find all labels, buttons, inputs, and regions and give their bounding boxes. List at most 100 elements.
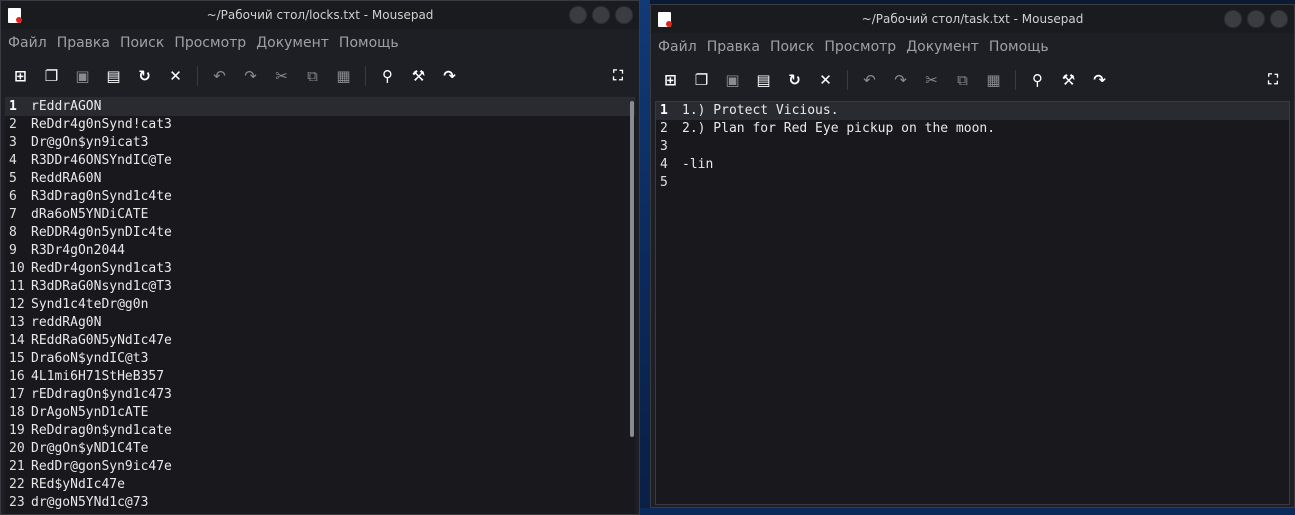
- menu-document[interactable]: Документ: [901, 39, 984, 55]
- undo-icon[interactable]: ↶: [208, 64, 231, 88]
- vertical-scrollbar[interactable]: [630, 101, 634, 437]
- save-icon[interactable]: ▣: [721, 68, 744, 92]
- new-window-icon[interactable]: ❐: [40, 64, 63, 88]
- text-line[interactable]: 5 ReddRA60N: [5, 170, 635, 188]
- minimize-button[interactable]: [1224, 10, 1242, 28]
- line-text[interactable]: [678, 174, 682, 192]
- paste-icon[interactable]: ▦: [982, 68, 1005, 92]
- find-icon[interactable]: ⚲: [1026, 68, 1049, 92]
- new-window-icon[interactable]: ❐: [690, 68, 713, 92]
- line-text[interactable]: Dr@gOn$yn9icat3: [27, 134, 148, 152]
- text-line[interactable]: 16 4L1mi6H71StHeB357: [5, 368, 635, 386]
- find-replace-icon[interactable]: ⚒: [407, 64, 430, 88]
- line-text[interactable]: DrAgoN5ynD1cATE: [27, 404, 148, 422]
- current-line[interactable]: 1 1.) Protect Vicious.: [656, 102, 1289, 120]
- line-text[interactable]: RedDr@gonSyn9ic47e: [27, 458, 172, 476]
- line-text[interactable]: Synd1c4teDr@g0n: [27, 296, 148, 314]
- current-line[interactable]: 1 rEddrAGON: [5, 98, 635, 116]
- line-text[interactable]: R3Dr4gOn2044: [27, 242, 125, 260]
- text-line[interactable]: 4 R3DDr46ONSYndIC@Te: [5, 152, 635, 170]
- text-line[interactable]: 13 reddRAg0N: [5, 314, 635, 332]
- line-text[interactable]: ReDDR4g0n5ynDIc4te: [27, 224, 172, 242]
- menu-search[interactable]: Поиск: [115, 35, 169, 51]
- text-line[interactable]: 15 Dra6oN$yndIC@t3: [5, 350, 635, 368]
- line-text[interactable]: ReddRA60N: [27, 170, 101, 188]
- text-line[interactable]: 7 dRa6oN5YNDiCATE: [5, 206, 635, 224]
- find-replace-icon[interactable]: ⚒: [1057, 68, 1080, 92]
- line-text[interactable]: dRa6oN5YNDiCATE: [27, 206, 148, 224]
- line-text[interactable]: 4L1mi6H71StHeB357: [27, 368, 164, 386]
- line-text[interactable]: RedDr4gonSynd1cat3: [27, 260, 172, 278]
- line-text[interactable]: ReDdr4g0nSynd!cat3: [27, 116, 172, 134]
- text-line[interactable]: 17 rEDdragOn$ynd1c473: [5, 386, 635, 404]
- save-as-icon[interactable]: ▤: [752, 68, 775, 92]
- line-text[interactable]: R3DDr46ONSYndIC@Te: [27, 152, 172, 170]
- line-text[interactable]: 1.) Protect Vicious.: [678, 102, 839, 120]
- maximize-button[interactable]: [592, 6, 610, 24]
- reload-icon[interactable]: ↻: [783, 68, 806, 92]
- minimize-button[interactable]: [569, 6, 587, 24]
- line-text[interactable]: R3dDRaG0Nsynd1c@T3: [27, 278, 172, 296]
- line-text[interactable]: ReDdrag0n$ynd1cate: [27, 422, 172, 440]
- text-line[interactable]: 6 R3dDrag0nSynd1c4te: [5, 188, 635, 206]
- copy-icon[interactable]: ⧉: [301, 64, 324, 88]
- cut-icon[interactable]: ✂: [920, 68, 943, 92]
- reload-icon[interactable]: ↻: [133, 64, 156, 88]
- text-editor-area[interactable]: 1 rEddrAGON 2 ReDdr4g0nSynd!cat3 3 Dr@gOn$yn9…: [5, 97, 635, 514]
- new-file-icon[interactable]: ⊞: [659, 68, 682, 92]
- menu-help[interactable]: Помощь: [334, 35, 404, 51]
- redo-icon[interactable]: ↷: [239, 64, 262, 88]
- line-text[interactable]: dr@goN5YNd1c@73: [27, 494, 148, 512]
- find-icon[interactable]: ⚲: [376, 64, 399, 88]
- close-window-button[interactable]: [615, 6, 633, 24]
- text-editor-area[interactable]: 1 1.) Protect Vicious. 2 2.) Plan for Red E…: [655, 101, 1290, 505]
- menu-search[interactable]: Поиск: [765, 39, 819, 55]
- menu-file[interactable]: Файл: [3, 35, 52, 51]
- menu-document[interactable]: Документ: [251, 35, 334, 51]
- menu-view[interactable]: Просмотр: [819, 39, 901, 55]
- text-line[interactable]: 19 ReDdrag0n$ynd1cate: [5, 422, 635, 440]
- mousepad-window-task[interactable]: ~/Рабочий стол/task.txt - Mousepad Файл …: [650, 4, 1295, 508]
- mousepad-window-locks[interactable]: ~/Рабочий стол/locks.txt - Mousepad Файл…: [0, 0, 640, 515]
- text-line[interactable]: 8 ReDDR4g0n5ynDIc4te: [5, 224, 635, 242]
- line-text[interactable]: Dra6oN$yndIC@t3: [27, 350, 148, 368]
- text-line[interactable]: 23 dr@goN5YNd1c@73: [5, 494, 635, 512]
- line-text[interactable]: Dr@gOn$yND1C4Te: [27, 440, 148, 458]
- text-line[interactable]: 11 R3dDRaG0Nsynd1c@T3: [5, 278, 635, 296]
- text-line[interactable]: 2 2.) Plan for Red Eye pickup on the moon…: [656, 120, 1289, 138]
- text-line[interactable]: 4 -lin: [656, 156, 1289, 174]
- goto-line-icon[interactable]: ↷: [1088, 68, 1111, 92]
- maximize-button[interactable]: [1247, 10, 1265, 28]
- new-file-icon[interactable]: ⊞: [9, 64, 32, 88]
- menu-help[interactable]: Помощь: [984, 39, 1054, 55]
- text-line[interactable]: 12 Synd1c4teDr@g0n: [5, 296, 635, 314]
- text-line[interactable]: 20 Dr@gOn$yND1C4Te: [5, 440, 635, 458]
- close-window-button[interactable]: [1270, 10, 1288, 28]
- text-line[interactable]: 10 RedDr4gonSynd1cat3: [5, 260, 635, 278]
- text-line[interactable]: 3: [656, 138, 1289, 156]
- titlebar[interactable]: ~/Рабочий стол/locks.txt - Mousepad: [1, 1, 639, 29]
- cut-icon[interactable]: ✂: [270, 64, 293, 88]
- text-line[interactable]: 18 DrAgoN5ynD1cATE: [5, 404, 635, 422]
- undo-icon[interactable]: ↶: [858, 68, 881, 92]
- text-line[interactable]: 3 Dr@gOn$yn9icat3: [5, 134, 635, 152]
- save-icon[interactable]: ▣: [71, 64, 94, 88]
- redo-icon[interactable]: ↷: [889, 68, 912, 92]
- line-text[interactable]: [678, 138, 682, 156]
- save-as-icon[interactable]: ▤: [102, 64, 125, 88]
- paste-icon[interactable]: ▦: [332, 64, 355, 88]
- fullscreen-icon[interactable]: ⛶: [607, 65, 629, 87]
- text-line[interactable]: 2 ReDdr4g0nSynd!cat3: [5, 116, 635, 134]
- line-text[interactable]: REddRaG0N5yNdIc47e: [27, 332, 172, 350]
- text-line[interactable]: 22 REd$yNdIc47e: [5, 476, 635, 494]
- titlebar[interactable]: ~/Рабочий стол/task.txt - Mousepad: [651, 5, 1294, 33]
- text-line[interactable]: 14 REddRaG0N5yNdIc47e: [5, 332, 635, 350]
- close-icon[interactable]: ✕: [164, 64, 187, 88]
- text-line[interactable]: 5: [656, 174, 1289, 192]
- text-line[interactable]: 9 R3Dr4gOn2044: [5, 242, 635, 260]
- line-text[interactable]: rEDdragOn$ynd1c473: [27, 386, 172, 404]
- fullscreen-icon[interactable]: ⛶: [1262, 69, 1284, 91]
- line-text[interactable]: rEddrAGON: [27, 98, 101, 116]
- line-text[interactable]: R3dDrag0nSynd1c4te: [27, 188, 172, 206]
- line-text[interactable]: reddRAg0N: [27, 314, 101, 332]
